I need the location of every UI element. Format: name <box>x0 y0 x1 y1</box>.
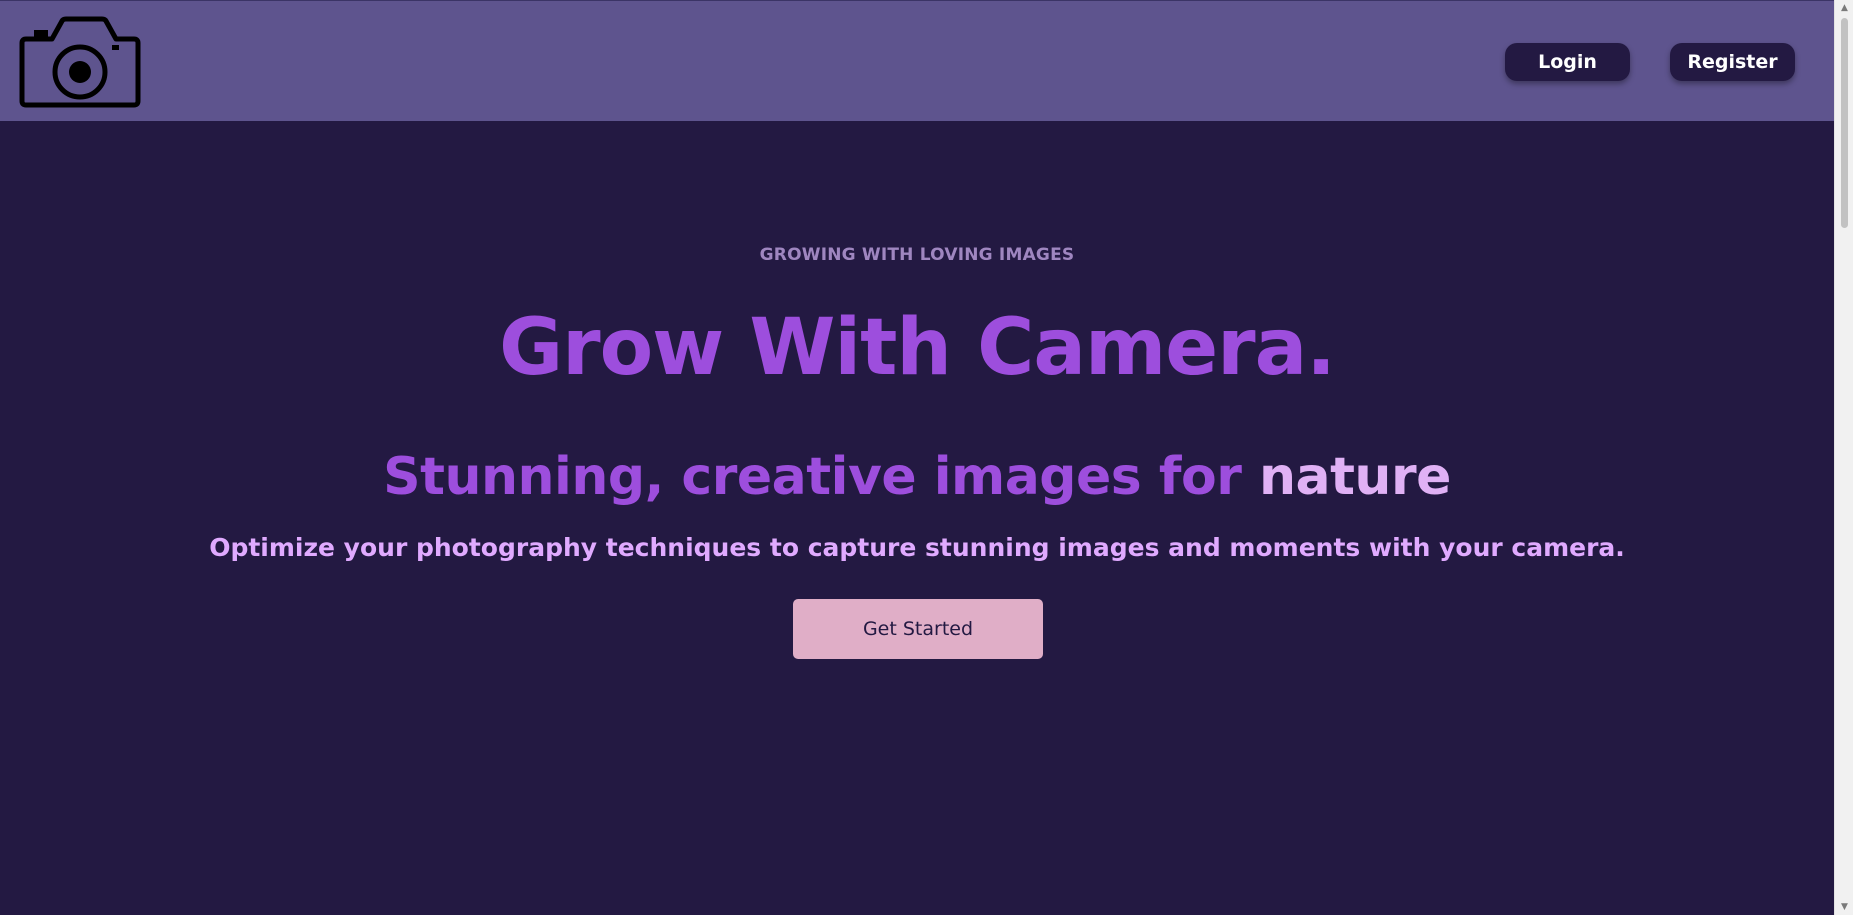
hero-subheadline: Stunning, creative images for nature <box>0 451 1834 503</box>
camera-icon[interactable] <box>18 15 142 109</box>
hero-subheadline-accent: nature <box>1258 447 1451 507</box>
chevron-down-icon[interactable]: ▼ <box>1835 899 1853 915</box>
page: Login Register GROWING WITH LOVING IMAGE… <box>0 0 1853 915</box>
hero-headline: Grow With Camera. <box>499 303 1336 393</box>
scrollbar-thumb[interactable] <box>1841 18 1848 228</box>
login-button[interactable]: Login <box>1505 43 1630 81</box>
hero-subheadline-main: Stunning, creative images for <box>383 447 1259 507</box>
top-navbar: Login Register <box>0 0 1834 121</box>
chevron-up-icon[interactable]: ▲ <box>1835 0 1853 16</box>
hero-tagline: Optimize your photography techniques to … <box>209 533 1625 562</box>
get-started-button[interactable]: Get Started <box>793 599 1043 659</box>
hero-eyebrow: GROWING WITH LOVING IMAGES <box>759 245 1075 265</box>
register-button[interactable]: Register <box>1670 43 1795 81</box>
hero-section: GROWING WITH LOVING IMAGES Grow With Cam… <box>0 121 1834 915</box>
vertical-scrollbar[interactable]: ▲ ▼ <box>1834 0 1853 915</box>
